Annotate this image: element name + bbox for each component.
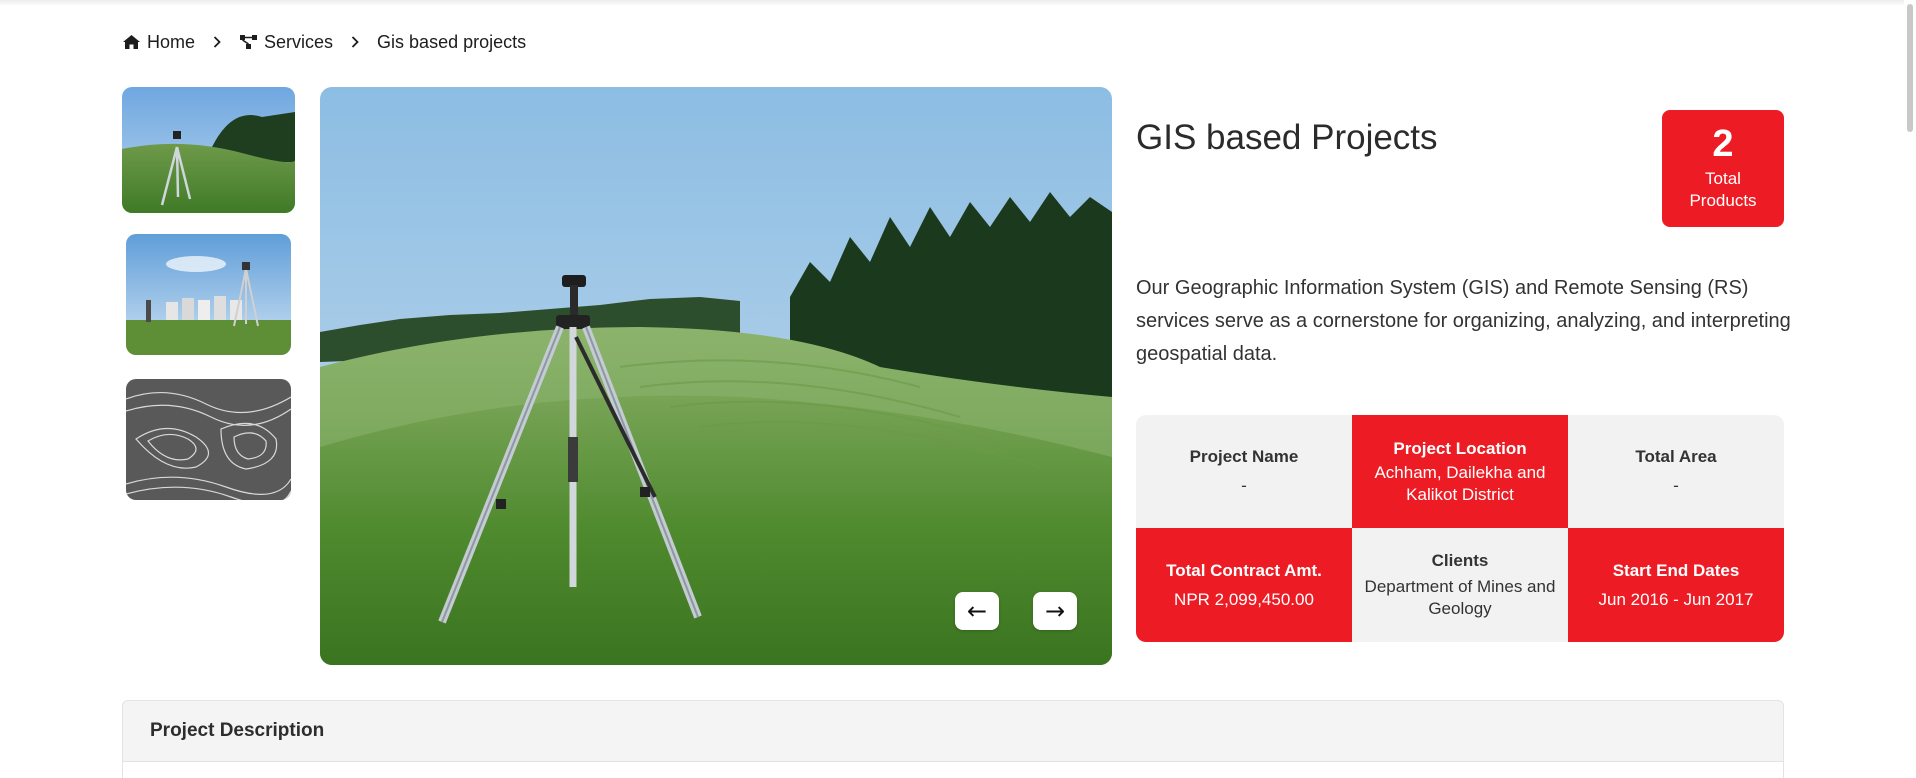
total-area-value: - [1673, 476, 1679, 495]
product-description: Our Geographic Information System (GIS) … [1136, 277, 1791, 365]
scrollbar-thumb[interactable] [1907, 4, 1913, 132]
project-location-cell: Project Location Achham, Dailekha and Ka… [1352, 415, 1568, 528]
project-location-label: Project Location [1393, 438, 1527, 458]
total-contract-cell: Total Contract Amt. NPR 2,099,450.00 [1136, 528, 1352, 642]
thumbnail-tripod-field[interactable] [122, 87, 295, 213]
page-title: GIS based Projects [1136, 118, 1438, 157]
start-end-dates-cell: Start End Dates Jun 2016 - Jun 2017 [1568, 528, 1784, 642]
total-products-label-1: Total [1705, 169, 1741, 188]
project-name-cell: Project Name - [1136, 415, 1352, 528]
breadcrumb-home-label: Home [147, 31, 196, 52]
total-products-label-2: Products [1689, 191, 1757, 210]
breadcrumb-home[interactable]: Home [122, 32, 195, 53]
breadcrumb-services[interactable]: Services [239, 32, 333, 53]
project-description-panel: Project Description [122, 700, 1784, 778]
breadcrumb-current: Gis based projects [377, 31, 527, 52]
sitemap-icon [240, 35, 258, 49]
home-icon [123, 35, 140, 49]
header-shadow [0, 0, 1916, 6]
thumbnail-contour-map[interactable] [126, 379, 291, 500]
total-contract-value: NPR 2,099,450.00 [1174, 589, 1314, 609]
total-contract-label: Total Contract Amt. [1166, 560, 1322, 580]
breadcrumb-services-label: Services [264, 31, 334, 52]
total-products-badge: 2 Total Products [1662, 110, 1784, 227]
project-name-value: - [1241, 476, 1247, 495]
project-description-body [123, 762, 1783, 778]
main-product-image [320, 87, 1112, 665]
total-products-count: 2 [1712, 123, 1734, 165]
project-description-heading: Project Description [123, 701, 1783, 762]
chevron-right-icon [213, 36, 221, 48]
next-image-button[interactable]: → [1033, 592, 1077, 630]
previous-image-button[interactable]: ← [955, 592, 999, 630]
page-scrollbar[interactable] [1904, 0, 1916, 778]
thumbnail-surveyor-city[interactable] [126, 234, 291, 355]
project-location-value: Achham, Dailekha and Kalikot District [1374, 462, 1546, 504]
start-end-dates-label: Start End Dates [1612, 560, 1740, 580]
clients-cell: Clients Department of Mines and Geology [1352, 528, 1568, 642]
project-name-label: Project Name [1189, 447, 1299, 466]
start-end-dates-value: Jun 2016 - Jun 2017 [1598, 589, 1754, 609]
total-area-label: Total Area [1635, 447, 1717, 466]
breadcrumb: Home Services Gis based projects [122, 30, 526, 54]
clients-label: Clients [1431, 551, 1489, 570]
clients-value: Department of Mines and Geology [1364, 577, 1556, 618]
chevron-right-icon [351, 36, 359, 48]
total-area-cell: Total Area - [1568, 415, 1784, 528]
project-info-grid: Project Name - Project Location Achham, … [1136, 415, 1784, 642]
